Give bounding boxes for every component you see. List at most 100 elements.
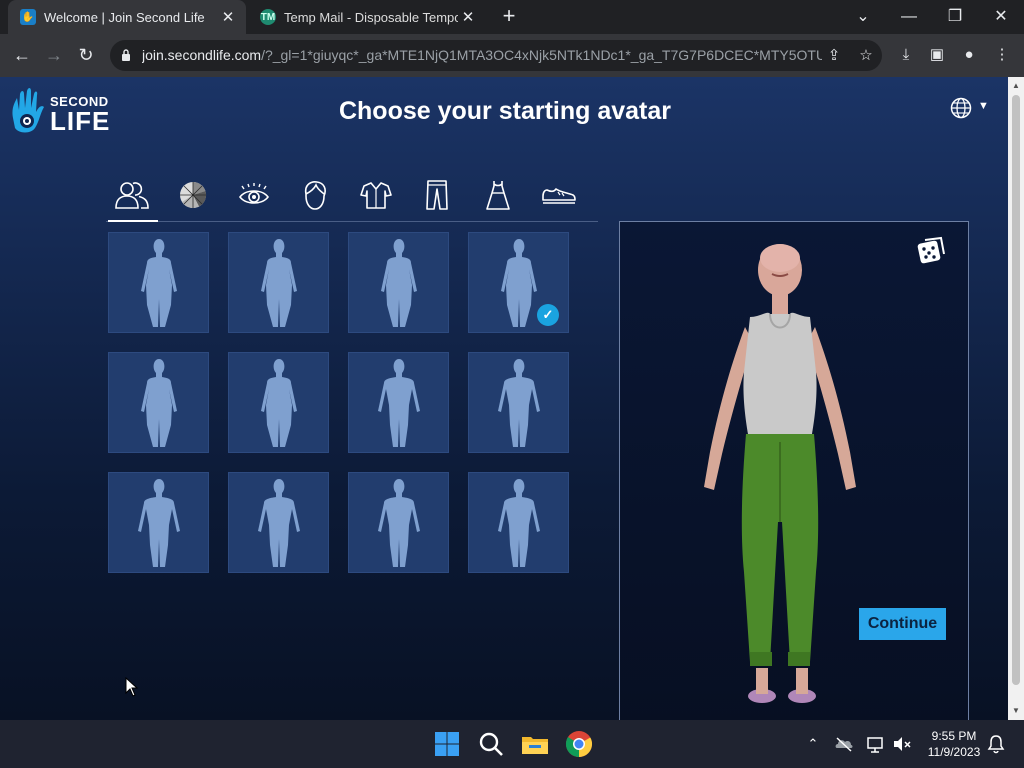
tab-hair[interactable] bbox=[289, 169, 341, 221]
avatar-figure bbox=[141, 239, 177, 327]
avatar-figure bbox=[141, 359, 177, 447]
chevron-down-icon: ▼ bbox=[978, 100, 989, 112]
reload-icon[interactable]: ↻ bbox=[74, 43, 98, 67]
back-icon[interactable]: ← bbox=[10, 43, 34, 67]
shoe-icon bbox=[542, 188, 576, 204]
star-icon[interactable]: ☆ bbox=[856, 46, 876, 66]
windows-taskbar: ⌃ 9:55 PM 11/9/2023 bbox=[0, 720, 1024, 768]
url-path: /?_gl=1*giuyqc*_ga*MTE1NjQ1MTA3OC4xNjk5N… bbox=[261, 47, 822, 63]
avatar-option[interactable] bbox=[228, 352, 329, 453]
avatar-figure bbox=[138, 479, 180, 567]
avatar-figure bbox=[498, 359, 540, 447]
search-icon[interactable] bbox=[476, 729, 506, 759]
tab-temp-mail[interactable]: TM Temp Mail - Disposable Tempora ✕ bbox=[250, 0, 486, 34]
tab-shoes[interactable] bbox=[533, 169, 585, 221]
second-life-hand-icon bbox=[12, 88, 45, 133]
shirt-icon bbox=[360, 182, 392, 209]
close-tab-icon[interactable]: ✕ bbox=[458, 8, 478, 26]
avatar-option[interactable]: ✓ bbox=[468, 232, 569, 333]
tab-avatar-body[interactable] bbox=[106, 169, 158, 222]
tab-bottoms[interactable] bbox=[411, 169, 463, 221]
share-icon[interactable]: ⇪ bbox=[824, 46, 844, 66]
tab-eyes[interactable] bbox=[228, 169, 280, 221]
tab-dresses[interactable] bbox=[472, 169, 524, 221]
tab-tops[interactable] bbox=[350, 169, 402, 221]
avatar-figure bbox=[378, 359, 420, 447]
avatar-option[interactable] bbox=[108, 472, 209, 573]
profile-icon[interactable]: ● bbox=[959, 45, 979, 65]
avatar-figure bbox=[381, 239, 417, 327]
clock-date: 11/9/2023 bbox=[927, 745, 981, 759]
url-host: join.secondlife.com bbox=[142, 47, 262, 63]
volume-muted-icon[interactable] bbox=[892, 734, 912, 754]
download-icon[interactable]: ⤓ bbox=[896, 45, 916, 65]
chevron-up-icon[interactable]: ⌃ bbox=[803, 734, 823, 754]
dress-icon bbox=[486, 181, 510, 210]
avatar-preview-panel bbox=[619, 221, 969, 720]
language-selector[interactable]: ▼ bbox=[950, 97, 992, 121]
avatar-option[interactable] bbox=[108, 352, 209, 453]
pants-icon bbox=[426, 180, 448, 210]
second-life-hand-icon: ✋ bbox=[20, 9, 36, 25]
scroll-down-arrow-icon[interactable]: ▼ bbox=[1008, 704, 1024, 718]
globe-icon bbox=[950, 97, 972, 119]
avatar-option[interactable] bbox=[228, 232, 329, 333]
avatar-3d-preview bbox=[704, 244, 856, 703]
avatar-option[interactable] bbox=[348, 232, 449, 333]
scroll-up-arrow-icon[interactable]: ▲ bbox=[1008, 79, 1024, 93]
windows-start-icon[interactable] bbox=[432, 729, 462, 759]
close-window-button[interactable]: ✕ bbox=[978, 4, 1024, 30]
avatar-body-icon bbox=[115, 182, 149, 209]
eye-icon bbox=[238, 183, 270, 204]
customization-tabs bbox=[106, 169, 598, 222]
system-clock[interactable]: 9:55 PM 11/9/2023 bbox=[918, 728, 990, 760]
avatar-figure bbox=[261, 239, 297, 327]
avatar-option[interactable] bbox=[108, 232, 209, 333]
onedrive-icon[interactable] bbox=[834, 734, 854, 754]
skin-tone-icon bbox=[180, 181, 207, 208]
tab-bar: ✋ Welcome | Join Second Life ✕ TM Temp M… bbox=[0, 0, 1024, 34]
avatar-figure bbox=[261, 359, 297, 447]
avatar-grid: ✓ bbox=[108, 232, 570, 574]
logo-line-life: LIFE bbox=[50, 106, 111, 136]
temp-mail-icon: TM bbox=[260, 9, 276, 25]
avatar-option[interactable] bbox=[348, 352, 449, 453]
avatar-option[interactable] bbox=[348, 472, 449, 573]
avatar-figure bbox=[378, 479, 420, 567]
tab-title: Welcome | Join Second Life bbox=[44, 9, 205, 25]
browser-toolbar: ← → ↻ join.secondlife.com/?_gl=1*giuyqc*… bbox=[0, 34, 1024, 77]
avatar-option[interactable] bbox=[468, 352, 569, 453]
forward-icon[interactable]: → bbox=[42, 43, 66, 67]
tab-title: Temp Mail - Disposable Tempora bbox=[284, 9, 458, 25]
lock-icon bbox=[122, 49, 130, 61]
mouse-cursor-icon bbox=[125, 677, 139, 697]
sidepanel-icon[interactable]: ▣ bbox=[927, 45, 947, 65]
tab-search-chevron-icon[interactable]: ⌄ bbox=[840, 4, 886, 30]
avatar-option[interactable] bbox=[468, 472, 569, 573]
restore-button[interactable]: ❐ bbox=[932, 4, 978, 30]
network-icon[interactable] bbox=[866, 734, 886, 754]
second-life-logo[interactable]: SECOND LIFE bbox=[9, 88, 119, 136]
close-tab-icon[interactable]: ✕ bbox=[218, 8, 238, 26]
avatar-figure bbox=[498, 479, 540, 567]
scroll-thumb[interactable] bbox=[1012, 95, 1020, 685]
selected-check-icon: ✓ bbox=[537, 304, 559, 326]
clock-time: 9:55 PM bbox=[931, 729, 977, 743]
web-page: SECOND LIFE Choose your starting avatar … bbox=[0, 77, 1008, 720]
continue-button[interactable]: Continue bbox=[859, 608, 946, 640]
new-tab-button[interactable]: + bbox=[498, 5, 520, 29]
hair-icon bbox=[304, 181, 326, 210]
chrome-icon[interactable] bbox=[564, 729, 594, 759]
page-scrollbar[interactable]: ▲ ▼ bbox=[1008, 77, 1024, 720]
minimize-button[interactable]: — bbox=[886, 4, 932, 30]
notification-bell-icon[interactable] bbox=[986, 734, 1006, 754]
url-text: join.secondlife.com/?_gl=1*giuyqc*_ga*MT… bbox=[142, 47, 822, 63]
avatar-option[interactable] bbox=[228, 472, 329, 573]
tab-join-second-life[interactable]: ✋ Welcome | Join Second Life ✕ bbox=[8, 0, 246, 34]
kebab-menu-icon[interactable]: ⋮ bbox=[992, 45, 1012, 65]
address-bar[interactable]: join.secondlife.com/?_gl=1*giuyqc*_ga*MT… bbox=[110, 40, 882, 71]
file-explorer-icon[interactable] bbox=[520, 729, 550, 759]
tab-skin-tone[interactable] bbox=[167, 169, 219, 221]
page-title: Choose your starting avatar bbox=[338, 97, 672, 125]
avatar-figure bbox=[258, 479, 300, 567]
